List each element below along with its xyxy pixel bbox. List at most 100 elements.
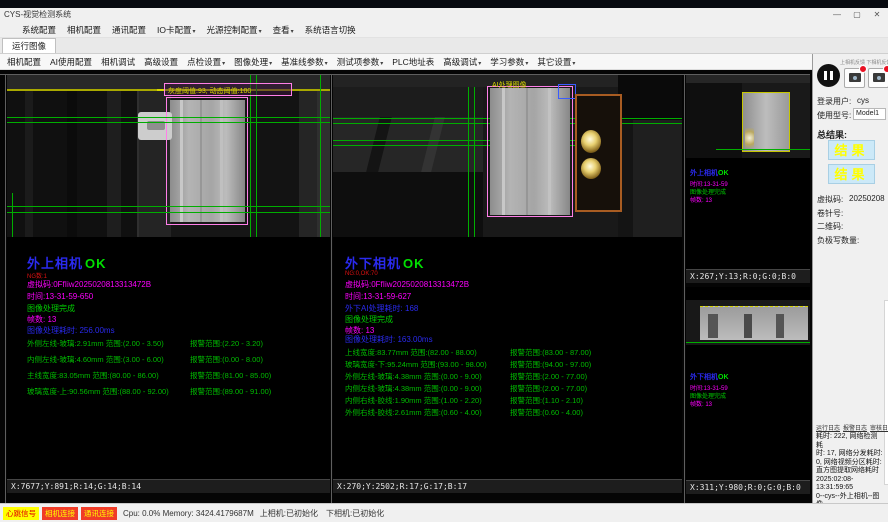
toolbar-item[interactable]: 其它设置▾ (537, 56, 575, 68)
menu-item[interactable]: 查看▾ (273, 24, 294, 36)
alarm-range: 报警范围:(94.00 - 97.00) (510, 359, 591, 371)
alarm-range: 报警范围:(2.00 - 77.00) (510, 383, 587, 395)
menu-item[interactable]: 通讯配置 (112, 24, 146, 36)
measurement-value: 主线宽度:83.05mm 范围:(80.00 - 86.00) (27, 370, 190, 386)
machine-structure (686, 83, 742, 158)
alarm-range: 报警范围:(2.00 - 77.00) (510, 371, 587, 383)
result-box-upper: 结果 (828, 140, 875, 160)
toolbar-item[interactable]: 图像处理▾ (234, 56, 272, 68)
anode-write-count-label: 负极写数量: (817, 235, 859, 246)
chevron-down-icon: ▾ (572, 61, 575, 67)
toolbar-items: 相机配置AI使用配置相机调试高级设置点检设置▾图像处理▾基准线参数▾测试项参数▾… (0, 54, 812, 70)
toolbar-item-label: 相机配置 (7, 57, 41, 67)
screen-top-strip (0, 0, 888, 8)
menu-item-label: 相机配置 (67, 25, 101, 35)
camera-image-small-top[interactable] (686, 75, 810, 158)
pixel-coordinate-bar: X:267;Y:13;R:0;G:0;B:0 (686, 269, 810, 283)
menu-item[interactable]: 系统语言切换 (305, 24, 356, 36)
camera-image-small-bottom[interactable] (686, 300, 810, 345)
pixel-coordinate-bar: X:311;Y:980;R:0;G:0;B:0 (686, 480, 810, 494)
measurement-value: 玻璃宽度-下:95.24mm 范围:(93.00 - 98.00) (345, 359, 510, 371)
chevron-down-icon: ▾ (478, 61, 481, 67)
toolbar-item[interactable]: 相机配置 (7, 56, 41, 68)
process-done-text: 图像处理完成 (27, 303, 75, 314)
pause-icon (830, 71, 833, 80)
model-input[interactable]: Model1 (853, 108, 886, 120)
machine-structure (686, 75, 810, 83)
measure-line (474, 87, 475, 237)
product-block (742, 92, 790, 152)
pause-button[interactable] (817, 64, 840, 87)
menu-item[interactable]: IO卡配置▾ (157, 24, 196, 36)
camera-image-upper[interactable]: 灰度阈值:93, 动态阈值:100 (7, 75, 330, 237)
toolbar-item-label: 点检设置 (187, 57, 221, 67)
alarm-range: 报警范围:(0.00 - 8.00) (190, 354, 263, 370)
control-panel: 上相机反馈 下相机反馈 登录用户: cys 使用型号: Model1 总结果: … (812, 54, 888, 503)
login-user-label: 登录用户: (817, 96, 851, 107)
machine-structure (333, 172, 483, 237)
virtual-code-value: 20250208 (849, 194, 885, 203)
time-text: 时间:13-31-59-627 (345, 291, 411, 302)
notification-badge (883, 65, 888, 73)
barcode-text: 虚拟码:0FfIiw2025020813313472B (345, 279, 469, 290)
texture (776, 314, 784, 338)
toolbar-item[interactable]: 学习参数▾ (490, 56, 528, 68)
notification-badge (859, 65, 867, 73)
measurement-row: 玻璃宽度-上:90.56mm 范围:(88.00 - 92.00)报警范围:(8… (27, 386, 327, 402)
log-line: 0, 网络视频分区耗时: (816, 459, 884, 468)
toolbar-item-label: PLC地址表 (392, 57, 434, 67)
led-reflection (745, 128, 754, 148)
machine-structure (107, 89, 121, 237)
measurement-row: 上线宽度:83.77mm 范围:(82.00 - 88.00)报警范围:(83.… (345, 347, 675, 359)
alarm-range: 报警范围:(89.00 - 91.00) (190, 386, 271, 402)
measurement-value: 外侧左线-玻璃:4.38mm 范围:(0.00 - 9.00) (345, 371, 510, 383)
alarm-range: 报警范围:(81.00 - 85.00) (190, 370, 271, 386)
close-icon[interactable]: ✕ (868, 8, 886, 22)
model-label: 使用型号: (817, 110, 851, 121)
camera-feedback-button-lower[interactable] (868, 68, 888, 88)
camera-feedback-button-upper[interactable] (844, 68, 865, 88)
toolbar-item[interactable]: 点检设置▾ (187, 56, 225, 68)
chevron-down-icon: ▾ (259, 29, 262, 35)
camera-view-lower: AI处理图像 外下相机OK NG:0,OK:70 虚拟码:0FfIiw20250… (333, 75, 682, 493)
camera-image-lower[interactable]: AI处理图像 (333, 75, 682, 237)
toolbar-item-label: 高级设置 (144, 57, 178, 67)
log-tab[interactable]: 审核日志 (870, 423, 888, 432)
toolbar-item[interactable]: 高级设置 (144, 56, 178, 68)
toolbar-item[interactable]: 相机调试 (101, 56, 135, 68)
measurement-row: 外侧左线-玻璃:2.91mm 范围:(2.00 - 3.50)报警范围:(2.2… (27, 338, 327, 354)
toolbar-item[interactable]: 测试项参数▾ (337, 56, 384, 68)
measurement-value: 外侧左线-玻璃:2.91mm 范围:(2.00 - 3.50) (27, 338, 190, 354)
led-reflection (581, 158, 601, 179)
measurement-value: 内侧右线-胶线:1.90mm 范围:(1.00 - 2.20) (345, 395, 510, 407)
menu-item[interactable]: 光源控制配置▾ (207, 24, 262, 36)
toolbar-item[interactable]: AI使用配置 (50, 56, 92, 68)
frame-count-text: 帧数: 13 (27, 314, 56, 325)
log-line: 2025:02:08-13:31:59:65 (816, 476, 884, 493)
tab-run-image[interactable]: 运行图像 (2, 38, 56, 53)
process-time-text: 图像处理耗时: 163.00ms (345, 334, 433, 345)
main-area: 灰度阈值:93, 动态阈值:100 外上相机OK NG数:1 虚拟码:0FfIi… (0, 70, 888, 503)
virtual-code-label: 虚拟码: (817, 194, 843, 205)
measurement-row: 内侧右线-胶线:1.90mm 范围:(1.00 - 2.20)报警范围:(1.1… (345, 395, 675, 407)
minimize-icon[interactable]: — (828, 8, 846, 22)
log-tab[interactable]: 运行日志 (816, 423, 840, 432)
toolbar-item[interactable]: PLC地址表 (392, 56, 434, 68)
toolbar-item-label: 高级调试 (443, 57, 477, 67)
ng-counter: NG:0,OK:70 (345, 271, 378, 277)
pixel-coordinate-bar: X:7677;Y:891;R:14;G:14;B:14 (7, 479, 330, 493)
toolbar-item[interactable]: 高级调试▾ (443, 56, 481, 68)
machine-structure (633, 120, 682, 237)
measure-line (468, 87, 469, 237)
machine-structure (67, 89, 77, 237)
status-badges: 心跳信号相机连接通讯连接 (3, 507, 117, 520)
scrollbar[interactable] (884, 300, 888, 485)
menu-item-label: 通讯配置 (112, 25, 146, 35)
menu-item[interactable]: 系统配置 (22, 24, 56, 36)
log-tab[interactable]: 报警日志 (843, 423, 867, 432)
toolbar-item[interactable]: 基准线参数▾ (281, 56, 328, 68)
measure-line (256, 75, 257, 237)
menu-item[interactable]: 相机配置 (67, 24, 101, 36)
texture (744, 314, 752, 338)
maximize-icon[interactable]: ▢ (848, 8, 866, 22)
